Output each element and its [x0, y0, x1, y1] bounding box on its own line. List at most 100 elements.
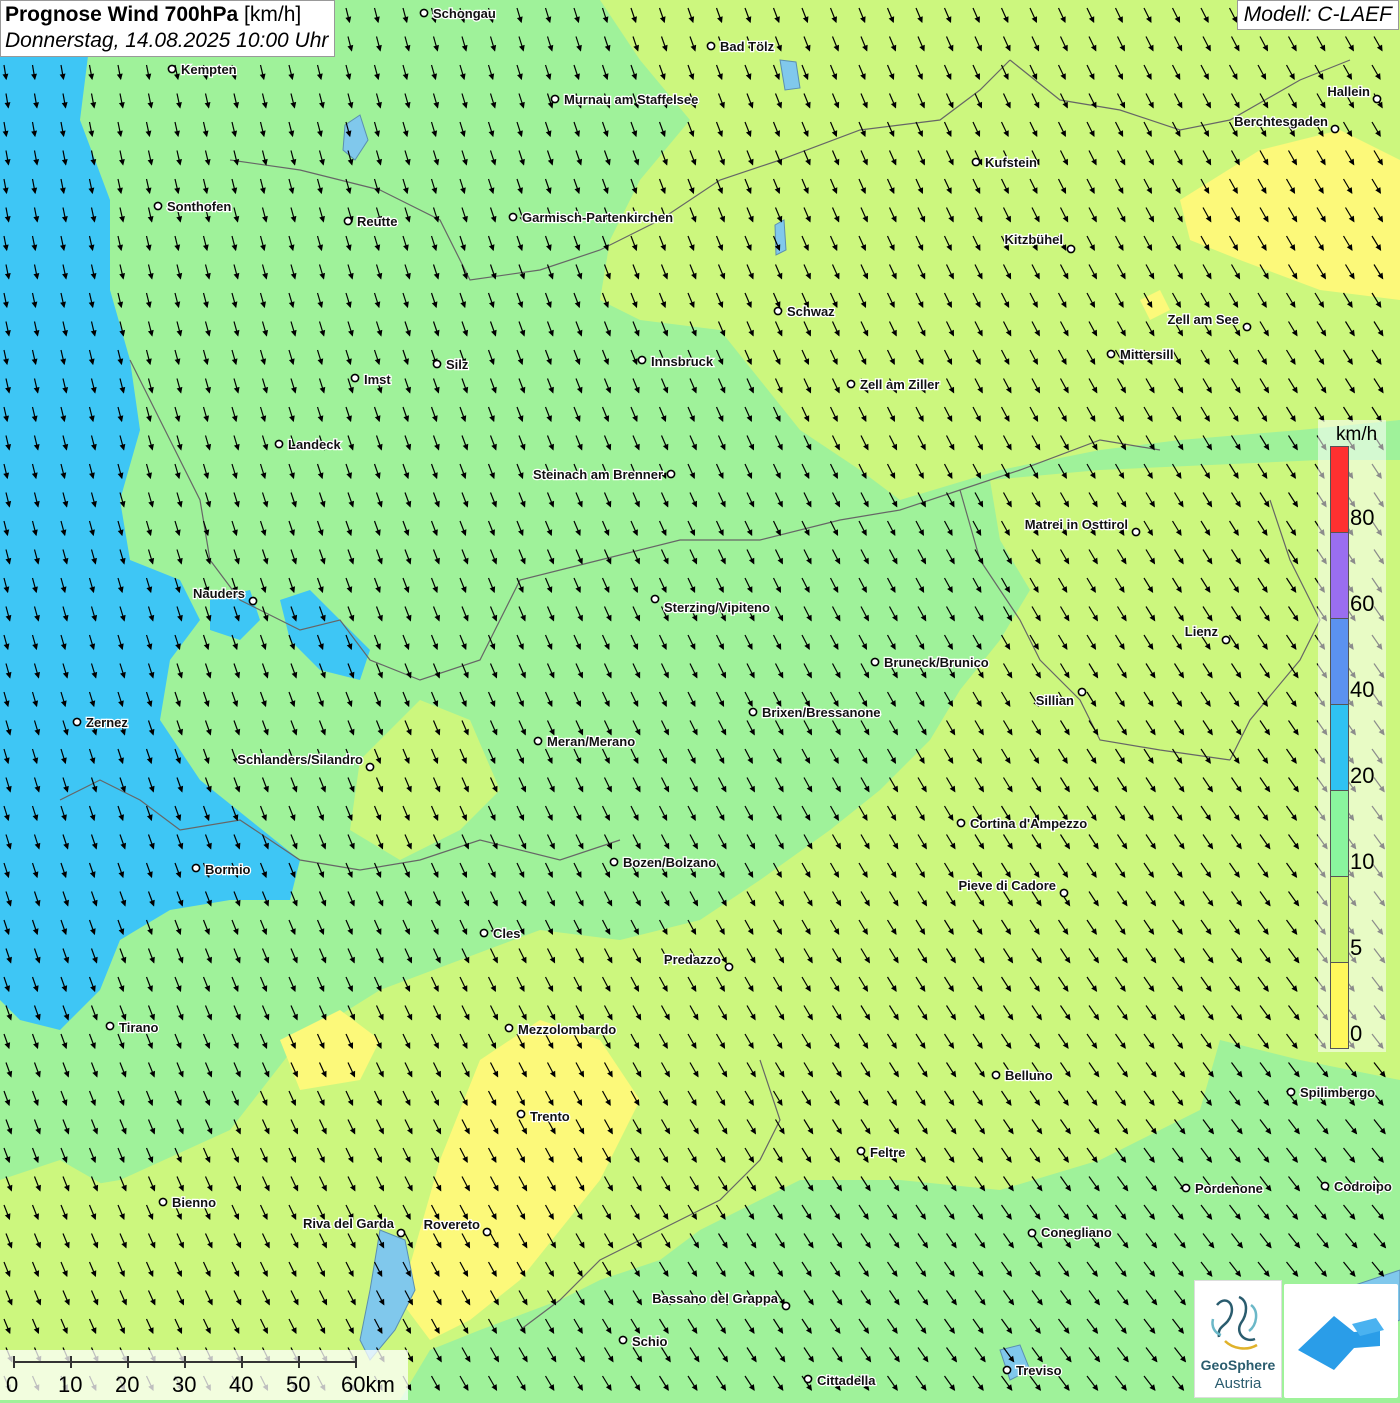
- city-label: Mezzolombardo: [518, 1022, 616, 1037]
- city-label: Predazzo: [664, 952, 721, 967]
- city-dot: [1286, 1087, 1296, 1097]
- city-label: Spilimbergo: [1300, 1085, 1375, 1100]
- city-label: Conegliano: [1041, 1225, 1112, 1240]
- logo-name-line1: GeoSphere: [1200, 1357, 1276, 1373]
- app-logo: [1284, 1284, 1398, 1398]
- legend-label: 20: [1350, 763, 1375, 788]
- city-dot: [846, 379, 856, 389]
- scale-label: 10: [58, 1372, 83, 1397]
- city-dot: [1002, 1365, 1012, 1375]
- city-dot: [1077, 687, 1087, 697]
- city-dot: [482, 1227, 492, 1237]
- city-dot: [533, 736, 543, 746]
- city-label: Bassano del Grappa: [652, 1291, 778, 1306]
- city-dot: [1221, 635, 1231, 645]
- city-dot: [1066, 244, 1076, 254]
- legend-color-band: [1330, 446, 1349, 533]
- city-dot: [419, 8, 429, 18]
- city-dot: [1242, 322, 1252, 332]
- city-dot: [1372, 94, 1382, 104]
- city-label: Reutte: [357, 214, 397, 229]
- legend-label: 40: [1350, 677, 1375, 702]
- legend-label: 80: [1350, 505, 1375, 530]
- city-label: Schio: [632, 1334, 667, 1349]
- city-label: Pieve di Cadore: [958, 878, 1056, 893]
- legend-label: 5: [1350, 935, 1363, 960]
- city-dot: [153, 201, 163, 211]
- city-label: Zell am Ziller: [860, 377, 939, 392]
- city-label: Sterzing/Vipiteno: [664, 600, 770, 615]
- app-wind-icon: [1298, 1316, 1384, 1370]
- city-label: Garmisch-Partenkirchen: [522, 210, 673, 225]
- city-dot: [870, 657, 880, 667]
- city-dot: [971, 157, 981, 167]
- city-label: Bienno: [172, 1195, 216, 1210]
- legend-unit: km/h: [1336, 424, 1378, 445]
- city-label: Imst: [364, 372, 391, 387]
- scale-label: 0: [6, 1372, 19, 1397]
- legend-color-band: [1330, 618, 1349, 705]
- city-dot: [856, 1146, 866, 1156]
- city-dot: [350, 373, 360, 383]
- city-label: Cles: [493, 926, 520, 941]
- city-dot: [706, 41, 716, 51]
- logo-name-line2: Austria: [1214, 1375, 1262, 1392]
- city-dot: [191, 863, 201, 873]
- city-label: Zell am See: [1167, 312, 1239, 327]
- city-dot: [1106, 349, 1116, 359]
- city-dot: [956, 818, 966, 828]
- city-label: Bad Tölz: [720, 39, 775, 54]
- city-label: Sillian: [1036, 693, 1074, 708]
- city-label: Kufstein: [985, 155, 1037, 170]
- city-dot: [167, 64, 177, 74]
- legend-color-band: [1330, 532, 1349, 619]
- city-label: Murnau am Staffelsee: [564, 92, 698, 107]
- legend-label: 60: [1350, 591, 1375, 616]
- city-label: Bruneck/Brunico: [884, 655, 989, 670]
- city-dot: [650, 594, 660, 604]
- city-dot: [479, 928, 489, 938]
- scale-label: 30: [172, 1372, 197, 1397]
- city-dot: [504, 1023, 514, 1033]
- city-label: Zernez: [86, 715, 128, 730]
- city-label: Cortina d'Ampezzo: [970, 816, 1087, 831]
- city-label: Kempten: [181, 62, 237, 77]
- city-dot: [432, 359, 442, 369]
- geosphere-logo: GeoSphere Austria: [1194, 1280, 1282, 1398]
- city-label: Feltre: [870, 1145, 905, 1160]
- city-dot: [396, 1228, 406, 1238]
- model-label: Modell: C-LAEF: [1236, 0, 1399, 30]
- city-label: Innsbruck: [651, 354, 714, 369]
- city-label: Rovereto: [424, 1217, 480, 1232]
- city-dot: [666, 469, 676, 479]
- city-dot: [1181, 1183, 1191, 1193]
- city-label: Meran/Merano: [547, 734, 635, 749]
- city-label: Sonthofen: [167, 199, 231, 214]
- scale-label: 60km: [341, 1372, 395, 1397]
- city-label: Mittersill: [1120, 347, 1173, 362]
- city-dot: [343, 216, 353, 226]
- city-dot: [1027, 1228, 1037, 1238]
- wind-map: SchongauBad TölzKemptenMurnau am Staffel…: [0, 0, 1400, 1400]
- legend-color-band: [1330, 704, 1349, 791]
- city-label: Silz: [446, 357, 469, 372]
- city-dot: [1320, 1181, 1330, 1191]
- city-label: Schlanders/Silandro: [237, 752, 363, 767]
- city-label: Bormio: [205, 862, 251, 877]
- city-label: Lienz: [1185, 624, 1219, 639]
- city-label: Codroipo: [1334, 1179, 1392, 1194]
- legend-color-band: [1330, 962, 1349, 1049]
- city-dot: [1131, 527, 1141, 537]
- scale-label: 50: [286, 1372, 311, 1397]
- city-label: Berchtesgaden: [1234, 114, 1328, 129]
- legend-label: 10: [1350, 849, 1375, 874]
- geosphere-swirl-icon: [1211, 1295, 1258, 1350]
- city-dot: [724, 962, 734, 972]
- city-dot: [637, 355, 647, 365]
- city-label: Belluno: [1005, 1068, 1053, 1083]
- city-label: Pordenone: [1195, 1181, 1263, 1196]
- city-label: Cittadella: [817, 1373, 876, 1388]
- legend-label: 0: [1350, 1021, 1363, 1046]
- city-label: Bozen/Bolzano: [623, 855, 716, 870]
- map-title: Prognose Wind 700hPa [km/h]: [5, 3, 302, 26]
